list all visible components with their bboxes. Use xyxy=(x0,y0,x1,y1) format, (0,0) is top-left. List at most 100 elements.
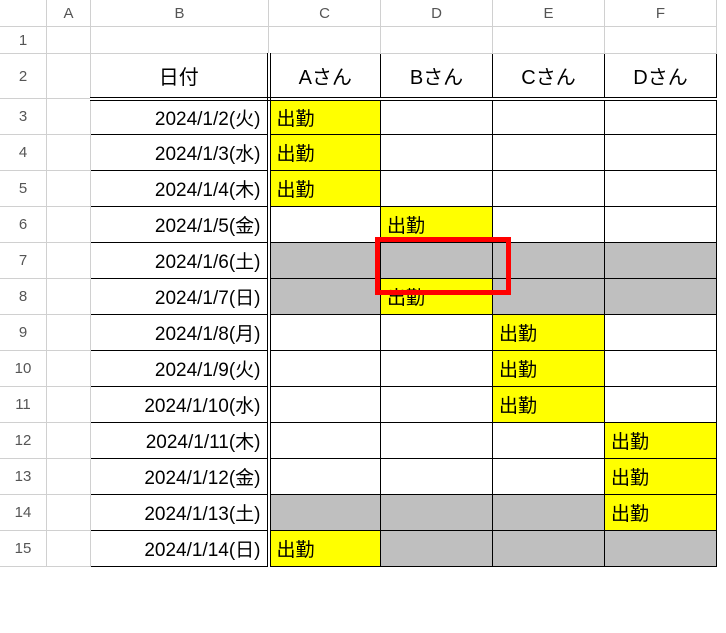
cell-E9[interactable]: 出勤 xyxy=(493,315,605,351)
cell-D11[interactable] xyxy=(381,387,493,423)
cell-B9[interactable]: 2024/1/8(月) xyxy=(91,315,269,351)
row-header-13[interactable]: 13 xyxy=(0,459,47,495)
cell-F8[interactable] xyxy=(605,279,717,315)
cell-B3[interactable]: 2024/1/2(火) xyxy=(91,99,269,135)
cell-C12[interactable] xyxy=(269,423,381,459)
cell-F6[interactable] xyxy=(605,207,717,243)
cell-B10[interactable]: 2024/1/9(火) xyxy=(91,351,269,387)
row-header-5[interactable]: 5 xyxy=(0,171,47,207)
row-header-9[interactable]: 9 xyxy=(0,315,47,351)
cell-B1[interactable] xyxy=(91,27,269,54)
cell-D12[interactable] xyxy=(381,423,493,459)
cell-B6[interactable]: 2024/1/5(金) xyxy=(91,207,269,243)
col-header-C[interactable]: C xyxy=(269,0,381,27)
cell-F12[interactable]: 出勤 xyxy=(605,423,717,459)
cell-A12[interactable] xyxy=(47,423,91,459)
cell-B12[interactable]: 2024/1/11(木) xyxy=(91,423,269,459)
cell-B4[interactable]: 2024/1/3(水) xyxy=(91,135,269,171)
cell-F14[interactable]: 出勤 xyxy=(605,495,717,531)
cell-F4[interactable] xyxy=(605,135,717,171)
cell-A1[interactable] xyxy=(47,27,91,54)
cell-B11[interactable]: 2024/1/10(水) xyxy=(91,387,269,423)
row-header-10[interactable]: 10 xyxy=(0,351,47,387)
cell-B13[interactable]: 2024/1/12(金) xyxy=(91,459,269,495)
cell-A13[interactable] xyxy=(47,459,91,495)
cell-D7[interactable] xyxy=(381,243,493,279)
cell-C14[interactable] xyxy=(269,495,381,531)
cell-A11[interactable] xyxy=(47,387,91,423)
cell-E12[interactable] xyxy=(493,423,605,459)
select-all-corner[interactable] xyxy=(0,0,47,27)
row-header-14[interactable]: 14 xyxy=(0,495,47,531)
cell-C6[interactable] xyxy=(269,207,381,243)
cell-C2[interactable]: Aさん xyxy=(269,54,381,99)
cell-A3[interactable] xyxy=(47,99,91,135)
cell-F9[interactable] xyxy=(605,315,717,351)
cell-D14[interactable] xyxy=(381,495,493,531)
cell-E7[interactable] xyxy=(493,243,605,279)
cell-B15[interactable]: 2024/1/14(日) xyxy=(91,531,269,567)
cell-A5[interactable] xyxy=(47,171,91,207)
cell-C1[interactable] xyxy=(269,27,381,54)
cell-E2[interactable]: Cさん xyxy=(493,54,605,99)
row-header-3[interactable]: 3 xyxy=(0,99,47,135)
cell-C9[interactable] xyxy=(269,315,381,351)
cell-E8[interactable] xyxy=(493,279,605,315)
cell-F11[interactable] xyxy=(605,387,717,423)
cell-F2[interactable]: Dさん xyxy=(605,54,717,99)
col-header-F[interactable]: F xyxy=(605,0,717,27)
cell-D4[interactable] xyxy=(381,135,493,171)
cell-A15[interactable] xyxy=(47,531,91,567)
cell-C3[interactable]: 出勤 xyxy=(269,99,381,135)
col-header-B[interactable]: B xyxy=(91,0,269,27)
cell-E6[interactable] xyxy=(493,207,605,243)
row-header-2[interactable]: 2 xyxy=(0,54,47,99)
row-header-15[interactable]: 15 xyxy=(0,531,47,567)
cell-A7[interactable] xyxy=(47,243,91,279)
cell-A9[interactable] xyxy=(47,315,91,351)
cell-D6[interactable]: 出勤 xyxy=(381,207,493,243)
cell-B5[interactable]: 2024/1/4(木) xyxy=(91,171,269,207)
cell-D10[interactable] xyxy=(381,351,493,387)
spreadsheet[interactable]: A B C D E F 12日付AさんBさんCさんDさん32024/1/2(火)… xyxy=(0,0,726,633)
cell-D9[interactable] xyxy=(381,315,493,351)
cell-D8[interactable]: 出勤 xyxy=(381,279,493,315)
cell-B2[interactable]: 日付 xyxy=(91,54,269,99)
cell-D5[interactable] xyxy=(381,171,493,207)
cell-E13[interactable] xyxy=(493,459,605,495)
cell-C7[interactable] xyxy=(269,243,381,279)
cell-E5[interactable] xyxy=(493,171,605,207)
cell-D3[interactable] xyxy=(381,99,493,135)
cell-E11[interactable]: 出勤 xyxy=(493,387,605,423)
cell-E3[interactable] xyxy=(493,99,605,135)
col-header-E[interactable]: E xyxy=(493,0,605,27)
cell-A8[interactable] xyxy=(47,279,91,315)
row-header-4[interactable]: 4 xyxy=(0,135,47,171)
cell-E10[interactable]: 出勤 xyxy=(493,351,605,387)
cell-B8[interactable]: 2024/1/7(日) xyxy=(91,279,269,315)
cell-A6[interactable] xyxy=(47,207,91,243)
cell-A4[interactable] xyxy=(47,135,91,171)
cell-A2[interactable] xyxy=(47,54,91,99)
cell-A10[interactable] xyxy=(47,351,91,387)
cell-C5[interactable]: 出勤 xyxy=(269,171,381,207)
cell-F15[interactable] xyxy=(605,531,717,567)
cell-B14[interactable]: 2024/1/13(土) xyxy=(91,495,269,531)
cell-F5[interactable] xyxy=(605,171,717,207)
cell-D1[interactable] xyxy=(381,27,493,54)
cell-F10[interactable] xyxy=(605,351,717,387)
col-header-A[interactable]: A xyxy=(47,0,91,27)
row-header-7[interactable]: 7 xyxy=(0,243,47,279)
row-header-12[interactable]: 12 xyxy=(0,423,47,459)
cell-F7[interactable] xyxy=(605,243,717,279)
cell-E15[interactable] xyxy=(493,531,605,567)
cell-F13[interactable]: 出勤 xyxy=(605,459,717,495)
cell-E4[interactable] xyxy=(493,135,605,171)
cell-F1[interactable] xyxy=(605,27,717,54)
cell-C11[interactable] xyxy=(269,387,381,423)
col-header-D[interactable]: D xyxy=(381,0,493,27)
cell-E14[interactable] xyxy=(493,495,605,531)
cell-D15[interactable] xyxy=(381,531,493,567)
cell-B7[interactable]: 2024/1/6(土) xyxy=(91,243,269,279)
cell-A14[interactable] xyxy=(47,495,91,531)
